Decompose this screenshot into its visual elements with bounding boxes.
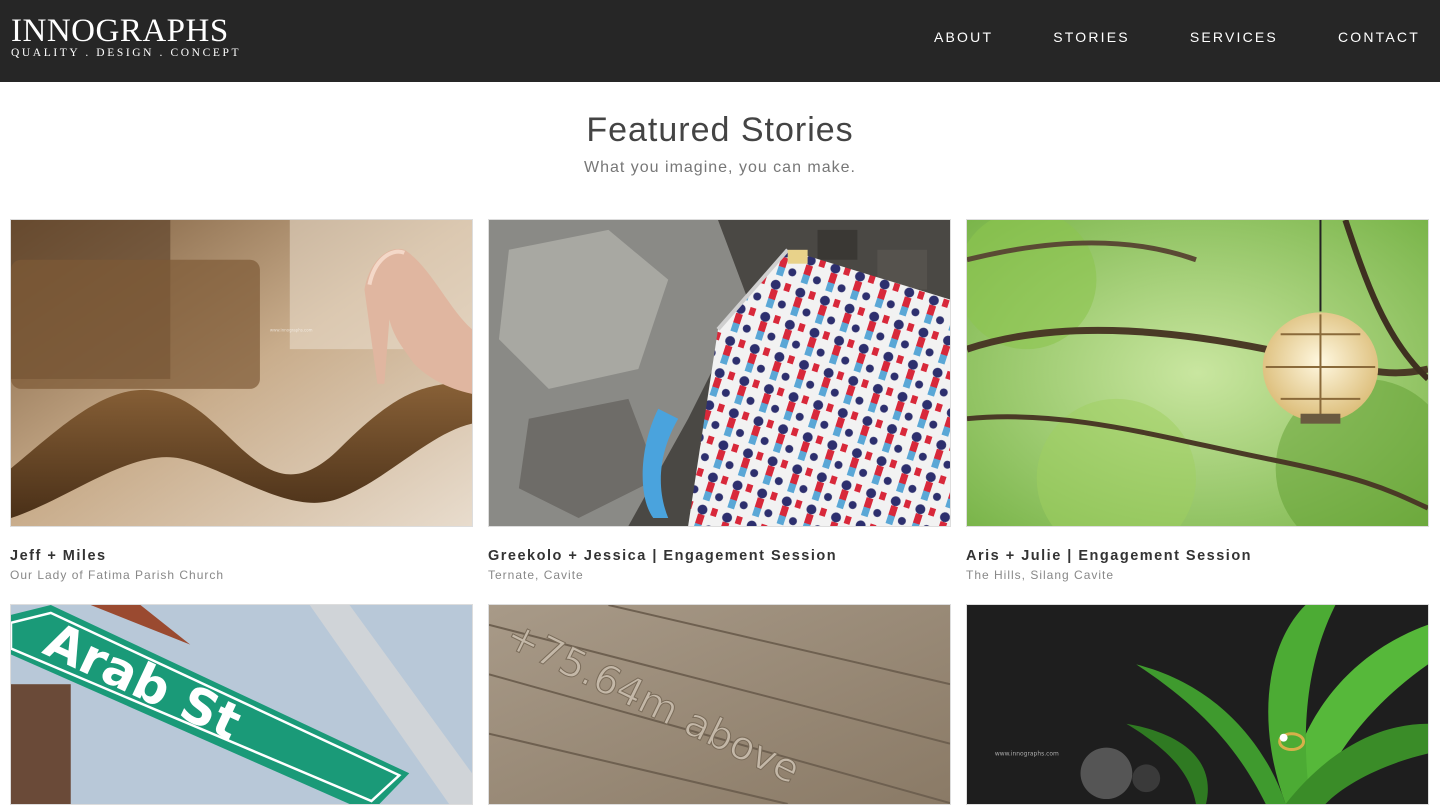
story-photo-suitcase[interactable] xyxy=(488,219,951,527)
story-title[interactable]: Jeff + Miles xyxy=(10,548,473,565)
story-photo-wood[interactable]: +75.64m above xyxy=(488,604,951,805)
story-photo-lantern[interactable] xyxy=(966,219,1429,527)
story-photo-street-sign[interactable]: Arab St xyxy=(10,604,473,805)
site-header: INNOGRAPHS QUALITY . DESIGN . CONCEPT AB… xyxy=(0,0,1440,82)
photo-watermark: www.innographs.com xyxy=(995,751,1059,758)
logo-name: INNOGRAPHS xyxy=(11,13,229,49)
story-photo-shoe[interactable]: www.innographs.com xyxy=(10,219,473,527)
story-location: The Hills, Silang Cavite xyxy=(966,568,1115,582)
nav-about[interactable]: ABOUT xyxy=(934,29,993,45)
story-card-wood-engraving[interactable]: +75.64m above xyxy=(488,604,951,805)
story-photo-ring[interactable]: www.innographs.com xyxy=(966,604,1429,805)
page-subtitle: What you imagine, you can make. xyxy=(583,159,856,176)
photo-watermark: www.innographs.com xyxy=(270,327,313,332)
story-title[interactable]: Aris + Julie | Engagement Session xyxy=(966,548,1429,565)
story-location: Ternate, Cavite xyxy=(488,568,584,582)
story-card-greekolo-jessica[interactable]: Greekolo + Jessica | Engagement Session … xyxy=(488,219,951,582)
site-logo[interactable]: INNOGRAPHS QUALITY . DESIGN . CONCEPT xyxy=(11,13,242,60)
story-card-jeff-miles[interactable]: www.innographs.com Jeff + Miles Our Lady… xyxy=(10,219,473,582)
nav-contact[interactable]: CONTACT xyxy=(1338,29,1420,45)
page-title: Featured Stories xyxy=(586,111,854,149)
story-title[interactable]: Greekolo + Jessica | Engagement Session xyxy=(488,548,951,565)
nav-stories[interactable]: STORIES xyxy=(1053,29,1130,45)
logo-tagline: QUALITY . DESIGN . CONCEPT xyxy=(11,47,242,59)
story-card-aris-julie[interactable]: Aris + Julie | Engagement Session The Hi… xyxy=(966,219,1429,582)
featured-intro: Featured Stories What you imagine, you c… xyxy=(0,108,1440,178)
story-card-ring-plant[interactable]: www.innographs.com xyxy=(966,604,1429,805)
story-card-arab-st[interactable]: Arab St xyxy=(10,604,473,805)
story-location: Our Lady of Fatima Parish Church xyxy=(10,568,225,582)
main-nav: ABOUT STORIES SERVICES CONTACT xyxy=(874,29,1420,45)
nav-services[interactable]: SERVICES xyxy=(1190,29,1278,45)
